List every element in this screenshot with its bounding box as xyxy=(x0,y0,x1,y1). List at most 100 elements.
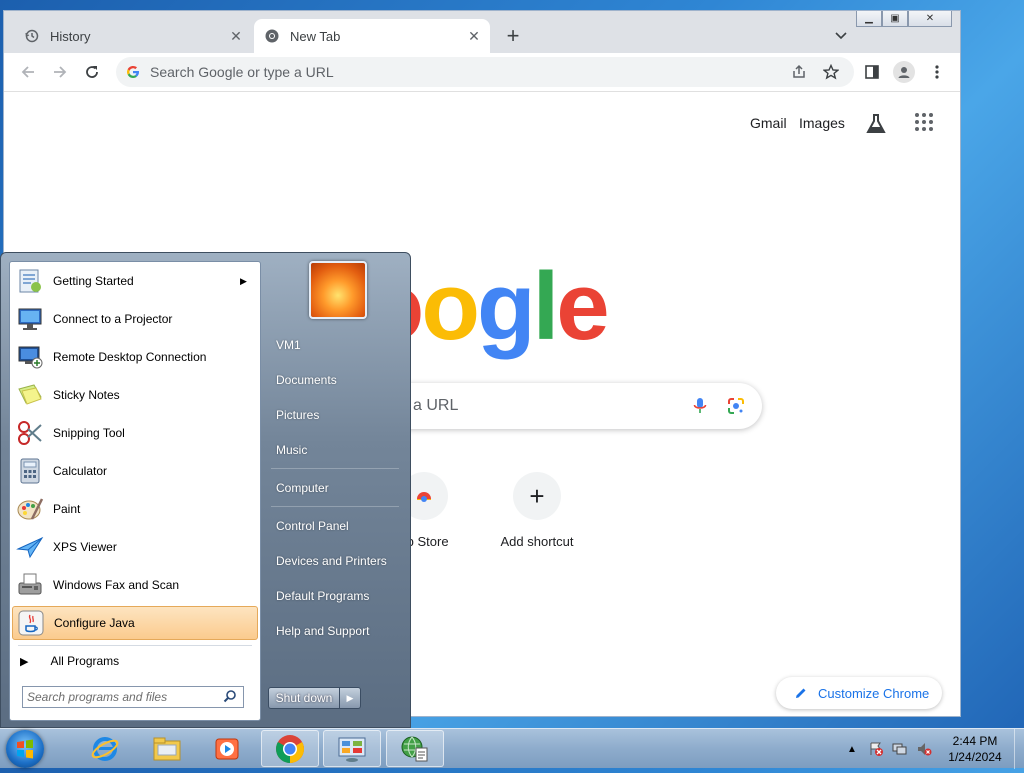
separator xyxy=(271,468,399,469)
program-label: XPS Viewer xyxy=(53,540,117,554)
pencil-icon xyxy=(794,686,808,700)
start-link-vm1[interactable]: VM1 xyxy=(276,338,301,352)
start-button[interactable] xyxy=(6,730,44,768)
add-shortcut-button[interactable]: + Add shortcut xyxy=(481,472,593,549)
start-link-control-panel[interactable]: Control Panel xyxy=(276,519,349,533)
volume-muted-icon[interactable] xyxy=(915,740,933,758)
bookmark-star-icon[interactable] xyxy=(822,63,840,81)
window-controls: ▁ ▣ ✕ xyxy=(856,11,952,27)
minimize-button[interactable]: ▁ xyxy=(856,11,882,27)
start-search-box[interactable] xyxy=(22,686,244,708)
program-label: Getting Started xyxy=(53,274,134,288)
tab-history[interactable]: History ✕ xyxy=(14,19,252,53)
voice-search-icon[interactable] xyxy=(690,396,710,416)
close-tab-icon[interactable]: ✕ xyxy=(228,28,244,44)
labs-flask-icon[interactable] xyxy=(864,112,888,136)
program-getting-started[interactable]: Getting Started ▶ xyxy=(12,264,258,298)
start-link-music[interactable]: Music xyxy=(276,443,307,457)
taskbar-file-explorer[interactable] xyxy=(138,730,196,767)
xps-viewer-icon xyxy=(14,531,46,563)
network-status-icon[interactable] xyxy=(891,740,909,758)
program-sticky-notes[interactable]: Sticky Notes xyxy=(12,378,258,412)
profile-avatar-icon[interactable] xyxy=(893,61,915,83)
system-tray: ▲ xyxy=(840,729,936,769)
taskbar-clock[interactable]: 2:44 PM 1/24/2024 xyxy=(940,733,1010,765)
all-programs-button[interactable]: ▶ All Programs xyxy=(20,650,119,672)
triangle-right-icon: ▶ xyxy=(20,655,29,668)
google-g-icon xyxy=(126,65,140,79)
start-search-input[interactable] xyxy=(23,689,223,705)
start-menu-programs-pane: Getting Started ▶ Connect to a Projector… xyxy=(9,261,261,721)
taskbar: ▲ 2:44 PM 1/24/2024 xyxy=(0,728,1024,769)
taskbar-internet-explorer[interactable] xyxy=(76,730,134,767)
back-icon[interactable] xyxy=(18,62,38,82)
share-icon[interactable] xyxy=(790,63,808,81)
menu-kebab-icon[interactable] xyxy=(927,62,947,82)
start-link-pictures[interactable]: Pictures xyxy=(276,408,319,422)
shutdown-button[interactable]: Shut down xyxy=(268,687,340,709)
tab-search-chevron-icon[interactable] xyxy=(834,28,852,46)
start-link-default-programs[interactable]: Default Programs xyxy=(276,589,369,603)
google-lens-icon[interactable] xyxy=(726,396,746,416)
file-explorer-icon xyxy=(153,737,181,760)
program-connect-projector[interactable]: Connect to a Projector xyxy=(12,302,258,336)
show-desktop-button[interactable] xyxy=(1014,729,1024,769)
tab-new-tab[interactable]: New Tab ✕ xyxy=(254,19,490,53)
taskbar-control-panel[interactable] xyxy=(323,730,381,767)
taskbar-chrome[interactable] xyxy=(261,730,319,767)
remote-desktop-icon xyxy=(14,341,46,373)
snipping-tool-icon xyxy=(14,417,46,449)
start-link-help-support[interactable]: Help and Support xyxy=(276,624,369,638)
projector-icon xyxy=(14,303,46,335)
forward-icon[interactable] xyxy=(50,62,70,82)
start-link-devices-printers[interactable]: Devices and Printers xyxy=(276,554,387,568)
program-label: Sticky Notes xyxy=(53,388,120,402)
network-app-icon xyxy=(401,736,428,761)
google-search-box[interactable]: a URL xyxy=(354,383,762,429)
separator xyxy=(18,645,252,646)
restore-button[interactable]: ▣ xyxy=(882,11,908,27)
shutdown-control: Shut down ▶ xyxy=(268,687,361,709)
close-tab-icon[interactable]: ✕ xyxy=(466,28,482,44)
side-panel-icon[interactable] xyxy=(862,62,882,82)
close-window-button[interactable]: ✕ xyxy=(908,11,952,27)
reload-icon[interactable] xyxy=(82,62,102,82)
gmail-link[interactable]: Gmail xyxy=(750,115,787,131)
program-snipping-tool[interactable]: Snipping Tool xyxy=(12,416,258,450)
internet-explorer-icon xyxy=(91,736,119,761)
shutdown-options-arrow-icon[interactable]: ▶ xyxy=(340,687,361,709)
program-label: Connect to a Projector xyxy=(53,312,173,326)
customize-label: Customize Chrome xyxy=(818,685,930,701)
sticky-notes-icon xyxy=(14,379,46,411)
plus-icon: + xyxy=(513,472,561,520)
program-calculator[interactable]: Calculator xyxy=(12,454,258,488)
control-panel-icon xyxy=(338,737,366,762)
program-remote-desktop[interactable]: Remote Desktop Connection xyxy=(12,340,258,374)
windows-logo-icon xyxy=(17,739,33,759)
start-link-documents[interactable]: Documents xyxy=(276,373,337,387)
customize-chrome-button[interactable]: Customize Chrome xyxy=(776,677,942,709)
program-label: Calculator xyxy=(53,464,108,478)
java-icon xyxy=(15,607,47,639)
new-tab-button[interactable]: + xyxy=(502,25,524,48)
google-apps-icon[interactable] xyxy=(914,112,938,136)
program-fax-scan[interactable]: Windows Fax and Scan xyxy=(12,568,258,602)
submenu-arrow-icon: ▶ xyxy=(240,275,247,286)
tab-title: New Tab xyxy=(290,28,341,44)
start-link-computer[interactable]: Computer xyxy=(276,481,329,495)
getting-started-icon xyxy=(14,265,46,297)
action-center-icon[interactable] xyxy=(867,740,885,758)
taskbar-network-app[interactable] xyxy=(386,730,444,767)
program-configure-java[interactable]: Configure Java xyxy=(12,606,258,640)
show-hidden-icons-icon[interactable]: ▲ xyxy=(843,740,861,758)
program-label: Remote Desktop Connection xyxy=(53,350,207,364)
media-player-icon xyxy=(215,738,239,759)
address-bar[interactable] xyxy=(116,57,854,87)
program-paint[interactable]: Paint xyxy=(12,492,258,526)
taskbar-media-player[interactable] xyxy=(198,730,256,767)
images-link[interactable]: Images xyxy=(799,115,845,131)
search-icon[interactable] xyxy=(223,689,239,705)
omnibox-input[interactable] xyxy=(148,63,790,81)
user-account-picture[interactable] xyxy=(309,261,367,319)
program-xps-viewer[interactable]: XPS Viewer xyxy=(12,530,258,564)
